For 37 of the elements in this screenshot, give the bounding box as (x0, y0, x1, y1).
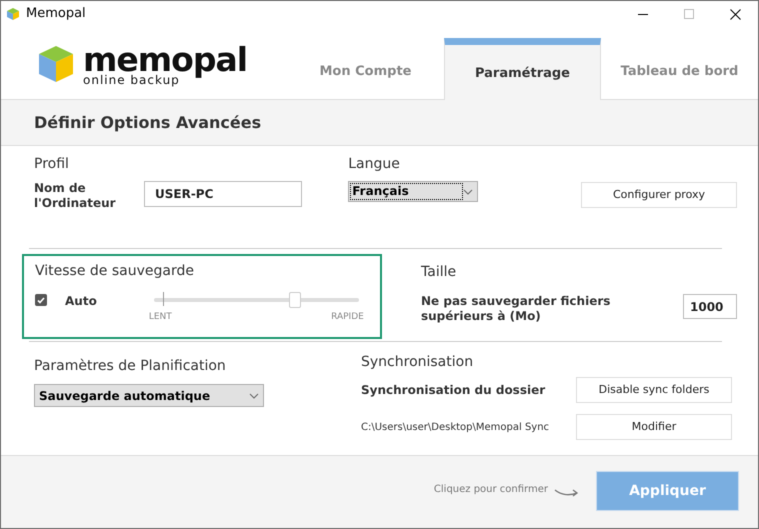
language-title: Langue (348, 155, 401, 174)
speed-slider[interactable] (154, 292, 359, 308)
section-heading: Définir Options Avancées (34, 112, 262, 134)
sync-folder-label: Synchronisation du dossier (361, 382, 546, 399)
size-limit-field[interactable]: 1000 (683, 294, 737, 319)
size-limit-label: Ne pas sauvegarder fichiers supérieurs à (Mo) (421, 294, 612, 324)
maximize-icon (684, 9, 694, 19)
configure-proxy-button[interactable]: Configurer proxy (581, 182, 737, 208)
slow-label: LENT (148, 311, 172, 324)
auto-checkbox[interactable] (35, 294, 47, 306)
app-cube-icon (6, 7, 20, 21)
planning-select[interactable]: Sauvegarde automatique (34, 384, 264, 407)
chevron-down-icon (463, 188, 474, 194)
profile-title: Profil (34, 155, 70, 174)
fast-label: RAPIDE (331, 311, 364, 324)
logo-cube-icon (37, 44, 75, 84)
language-select[interactable]: Français (348, 181, 478, 202)
sync-title: Synchronisation (361, 353, 474, 372)
size-title: Taille (421, 263, 458, 282)
computer-name-label: Nom de l'Ordinateur (34, 181, 117, 211)
modify-button[interactable]: Modifier (576, 414, 732, 440)
close-icon (730, 8, 740, 20)
tab[interactable]: Tableau de bord (601, 37, 758, 99)
checkmark-icon (37, 296, 45, 304)
chevron-down-icon (249, 392, 259, 398)
confirm-hint: Cliquez pour confirmer (434, 483, 548, 497)
speed-title: Vitesse de sauvegarde (35, 262, 195, 281)
curved-arrow-icon (554, 487, 580, 497)
tab[interactable]: Mon Compte (287, 37, 444, 99)
tab[interactable]: Paramétrage (444, 38, 601, 100)
computer-name-field[interactable]: USER-PC (144, 181, 302, 207)
logo-wordmark: memopal (83, 42, 248, 76)
sync-folder-path: C:\Users\user\Desktop\Memopal Sync (361, 420, 550, 434)
disable-sync-button[interactable]: Disable sync folders (576, 377, 732, 403)
planning-title: Paramètres de Planification (34, 357, 227, 376)
window-title: Memopal (26, 5, 86, 24)
auto-label: Auto (65, 293, 97, 310)
